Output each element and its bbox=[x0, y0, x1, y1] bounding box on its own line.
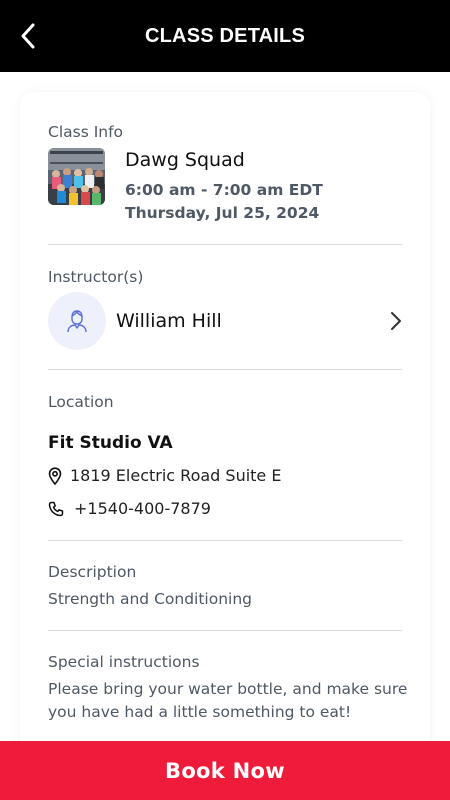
map-pin-icon bbox=[48, 466, 64, 485]
class-time: 6:00 am - 7:00 am EDT bbox=[125, 181, 323, 199]
class-name: Dawg Squad bbox=[125, 149, 245, 171]
class-details-screen: CLASS DETAILS Class Info Dawg Squad 6:00… bbox=[0, 0, 450, 800]
location-phone: +1540-400-7879 bbox=[74, 499, 211, 518]
divider bbox=[48, 369, 402, 370]
phone-icon bbox=[48, 500, 64, 518]
instructor-row[interactable]: William Hill bbox=[48, 292, 402, 350]
description-text: Strength and Conditioning bbox=[48, 590, 252, 608]
chevron-left-icon bbox=[21, 23, 35, 49]
class-thumbnail bbox=[48, 148, 105, 205]
special-instructions-label: Special instructions bbox=[48, 653, 200, 671]
special-instructions-text: Please bring your water bottle, and make… bbox=[48, 680, 408, 721]
address-line[interactable]: 1819 Electric Road Suite E bbox=[48, 466, 281, 485]
back-button[interactable] bbox=[14, 20, 42, 52]
description-label: Description bbox=[48, 563, 137, 581]
divider bbox=[48, 630, 402, 631]
location-label: Location bbox=[48, 393, 114, 411]
instructor-chevron bbox=[386, 309, 402, 333]
class-details-card: Class Info Dawg Squad 6:00 am - 7:00 am … bbox=[20, 92, 430, 792]
instructor-name: William Hill bbox=[116, 310, 222, 332]
divider bbox=[48, 540, 402, 541]
book-now-button[interactable]: Book Now bbox=[0, 741, 450, 800]
instructor-avatar bbox=[48, 292, 106, 350]
class-info-label: Class Info bbox=[48, 123, 124, 141]
instructor-label: Instructor(s) bbox=[48, 268, 144, 286]
page-title: CLASS DETAILS bbox=[144, 24, 305, 47]
phone-line[interactable]: +1540-400-7879 bbox=[48, 499, 211, 518]
top-bar: CLASS DETAILS bbox=[0, 0, 450, 72]
location-name: Fit Studio VA bbox=[48, 433, 173, 453]
location-address: 1819 Electric Road Suite E bbox=[70, 466, 282, 485]
chevron-right-icon bbox=[391, 312, 401, 330]
book-now-label: Book Now bbox=[165, 758, 285, 783]
class-date: Thursday, Jul 25, 2024 bbox=[125, 204, 320, 222]
divider bbox=[48, 244, 402, 245]
person-icon bbox=[67, 310, 87, 333]
